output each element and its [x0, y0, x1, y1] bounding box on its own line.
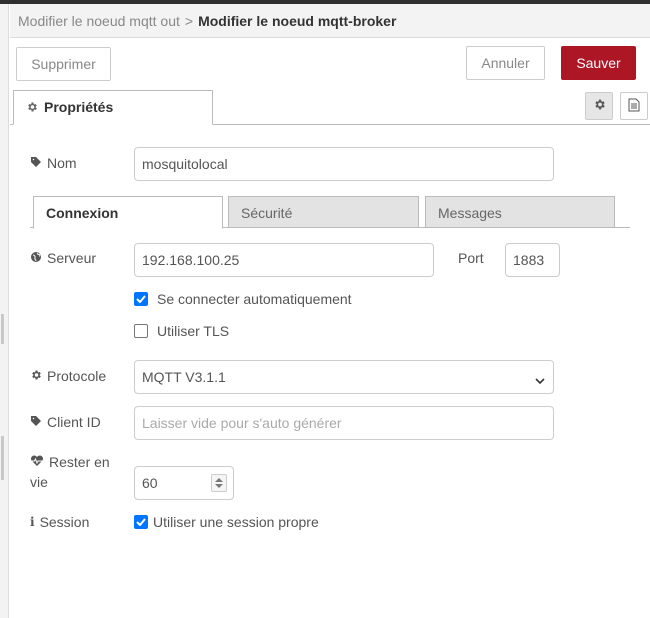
check-icon: [136, 518, 146, 526]
heartbeat-icon: [30, 454, 44, 470]
edge-marker: [1, 314, 4, 344]
use-tls-label: Utiliser TLS: [157, 323, 230, 339]
tab-properties-label: Propriétés: [44, 99, 114, 115]
description-button[interactable]: [620, 92, 648, 120]
keepalive-input[interactable]: 60: [134, 466, 234, 500]
keepalive-label-line1: Rester en: [49, 454, 110, 470]
file-text-icon: [628, 98, 640, 115]
port-input[interactable]: 1883: [505, 243, 560, 277]
keepalive-value: 60: [142, 475, 158, 491]
session-label-row: i Session: [30, 514, 89, 530]
port-label: Port: [458, 250, 484, 266]
workspace-edge: [0, 4, 9, 618]
breadcrumb: Modifier le noeud mqtt out > Modifier le n…: [10, 4, 650, 38]
save-button[interactable]: Sauver: [561, 46, 636, 80]
name-label: Nom: [47, 155, 77, 171]
keepalive-label-row: Rester en: [30, 454, 110, 470]
gear-icon: [26, 100, 38, 116]
breadcrumb-parent[interactable]: Modifier le noeud mqtt out: [18, 13, 180, 29]
gear-icon: [593, 98, 606, 114]
tab-connexion[interactable]: Connexion: [33, 196, 223, 229]
server-input[interactable]: 192.168.100.25: [134, 243, 434, 277]
tag-icon: [30, 155, 42, 171]
protocol-select[interactable]: MQTT V3.1.1: [134, 360, 554, 394]
chevron-down-icon: [535, 372, 545, 388]
globe-icon: [30, 250, 42, 266]
client-id-label-row: Client ID: [30, 414, 101, 430]
edit-dialog: Modifier le noeud mqtt out > Modifier le n…: [10, 4, 650, 618]
info-icon: i: [30, 515, 35, 529]
cancel-button[interactable]: Annuler: [466, 46, 545, 80]
client-id-input[interactable]: Laisser vide pour s'auto générer: [134, 406, 554, 440]
server-label-row: Serveur: [30, 250, 96, 266]
spinner-down-icon[interactable]: [215, 484, 223, 488]
client-id-label: Client ID: [47, 414, 101, 430]
tab-securite[interactable]: Sécurité: [228, 196, 419, 228]
tab-properties[interactable]: Propriétés: [13, 90, 213, 125]
number-spinner[interactable]: [211, 474, 227, 492]
auto-connect-label: Se connecter automatiquement: [157, 291, 352, 307]
check-icon: [136, 295, 146, 303]
gear-icon: [30, 368, 42, 384]
name-input[interactable]: mosquitolocal: [134, 147, 554, 181]
protocol-label: Protocole: [47, 368, 107, 384]
name-label-row: Nom: [30, 155, 77, 171]
breadcrumb-current: Modifier le noeud mqtt-broker: [198, 13, 397, 29]
edge-marker: [1, 436, 4, 480]
protocol-select-value: MQTT V3.1.1: [142, 369, 226, 385]
session-label: Session: [39, 514, 90, 530]
spinner-up-icon[interactable]: [215, 478, 223, 482]
delete-button[interactable]: Supprimer: [16, 47, 111, 81]
tag-icon: [30, 414, 42, 430]
server-label: Serveur: [47, 250, 97, 266]
clean-session-label: Utiliser une session propre: [153, 514, 319, 530]
settings-button[interactable]: [585, 92, 613, 120]
keepalive-label-line2: vie: [30, 474, 48, 490]
auto-connect-checkbox[interactable]: [134, 292, 148, 306]
tab-messages[interactable]: Messages: [425, 196, 615, 228]
clean-session-checkbox[interactable]: [134, 515, 148, 529]
use-tls-checkbox[interactable]: [134, 324, 148, 338]
protocol-label-row: Protocole: [30, 368, 106, 384]
breadcrumb-separator: >: [184, 13, 194, 29]
